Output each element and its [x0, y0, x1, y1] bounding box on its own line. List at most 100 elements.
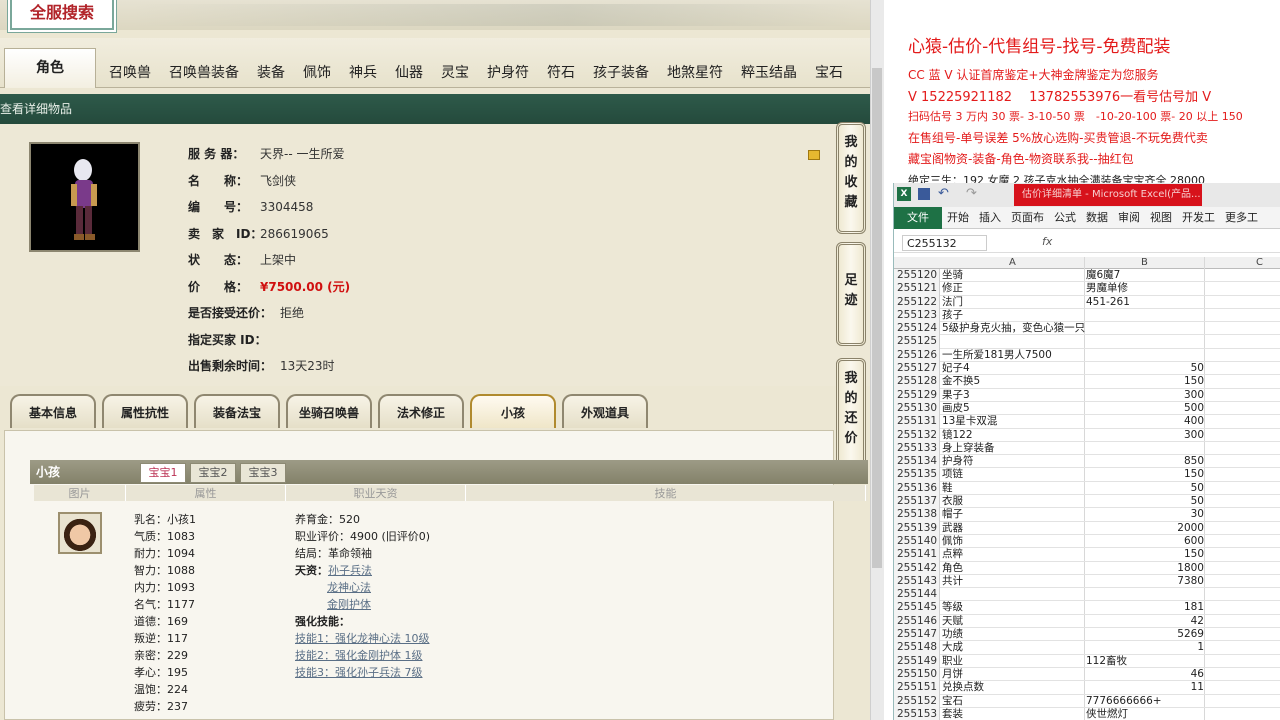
ribbon-tab-insert[interactable]: 插入: [974, 207, 1006, 229]
sheet-row[interactable]: 255152 宝石 7776666666+: [894, 694, 1280, 708]
cell-b[interactable]: 42: [1086, 615, 1204, 628]
sheet-row[interactable]: 255122 法门 451-261: [894, 295, 1280, 309]
cell-a[interactable]: 镜122: [942, 429, 1084, 442]
favorite-icon[interactable]: [808, 150, 820, 160]
row-number[interactable]: 255135: [894, 468, 940, 482]
row-number[interactable]: 255145: [894, 601, 940, 615]
my-counter-offers-button[interactable]: 我的还价: [836, 358, 866, 468]
skill-link-2-text[interactable]: 技能2：强化金刚护体 1级: [295, 649, 423, 662]
row-number[interactable]: 255123: [894, 308, 940, 323]
tab-basic-info[interactable]: 基本信息: [10, 394, 96, 428]
nav-tab-spirit-treasure[interactable]: 灵宝: [432, 58, 478, 88]
cell-a[interactable]: 职业: [942, 655, 1084, 668]
row-number[interactable]: 255142: [894, 561, 940, 575]
cell-b[interactable]: 50: [1086, 495, 1204, 508]
sheet-row[interactable]: 255120 坐骑 魔6魔7: [894, 269, 1280, 283]
undo-icon[interactable]: ↶: [938, 186, 949, 201]
ribbon-tab-view[interactable]: 视图: [1145, 207, 1177, 229]
nav-tab-divine-weapon[interactable]: 神兵: [340, 58, 386, 88]
row-number[interactable]: 255137: [894, 495, 940, 509]
skill-link-1[interactable]: 技能1：强化龙神心法 10级: [295, 630, 430, 647]
row-number[interactable]: 255128: [894, 375, 940, 389]
col-header-b[interactable]: B: [1141, 257, 1148, 268]
footprint-button[interactable]: 足迹: [836, 242, 866, 346]
cell-b[interactable]: 46: [1086, 668, 1204, 681]
sheet-row[interactable]: 255123 孩子: [894, 308, 1280, 323]
cell-a[interactable]: 等级: [942, 601, 1084, 614]
cell-b[interactable]: 5269: [1086, 628, 1204, 641]
cell-a[interactable]: 金不换5: [942, 375, 1084, 388]
ribbon-tab-data[interactable]: 数据: [1081, 207, 1113, 229]
cell-b[interactable]: 850: [1086, 455, 1204, 468]
sheet-row[interactable]: 255138 帽子 30: [894, 508, 1280, 522]
cell-a[interactable]: 法门: [942, 296, 1084, 309]
skill-link-2[interactable]: 技能2：强化金刚护体 1级: [295, 647, 423, 664]
talent-link-3[interactable]: 金刚护体: [327, 596, 371, 613]
tab-mount-pet[interactable]: 坐骑召唤兽: [286, 394, 372, 428]
sheet-row[interactable]: 255139 武器 2000: [894, 521, 1280, 535]
sheet-row[interactable]: 255143 共计 7380: [894, 574, 1280, 589]
sheet-row[interactable]: 255137 衣服 50: [894, 495, 1280, 509]
tab-appearance[interactable]: 外观道具: [562, 394, 648, 428]
cell-b[interactable]: 600: [1086, 535, 1204, 548]
nav-tab-jade-crystal[interactable]: 粹玉结晶: [732, 58, 806, 88]
cell-a[interactable]: 护身符: [942, 455, 1084, 468]
row-number[interactable]: 255124: [894, 322, 940, 336]
browser-scrollbar-thumb[interactable]: [872, 68, 882, 568]
cell-b[interactable]: 7380: [1086, 575, 1204, 588]
cell-a[interactable]: 修正: [942, 282, 1084, 295]
sheet-row[interactable]: 255125: [894, 335, 1280, 349]
col-header-c[interactable]: C: [1256, 257, 1263, 268]
row-number[interactable]: 255126: [894, 348, 940, 363]
sheet-row[interactable]: 255153 套装 侠世燃灯: [894, 707, 1280, 720]
cell-a[interactable]: 宝石: [942, 695, 1084, 708]
row-number[interactable]: 255150: [894, 667, 940, 682]
sheet-row[interactable]: 255131 13星卡双混 400: [894, 415, 1280, 429]
skill-link-3-text[interactable]: 技能3：强化孙子兵法 7级: [295, 666, 423, 679]
row-number[interactable]: 255144: [894, 588, 940, 602]
sheet-row[interactable]: 255126 一生所爱181男人7500: [894, 348, 1280, 363]
cell-a[interactable]: 鞋: [942, 482, 1084, 495]
cell-b[interactable]: 150: [1086, 468, 1204, 481]
talent-link-3-text[interactable]: 金刚护体: [327, 598, 371, 611]
row-number[interactable]: 255133: [894, 441, 940, 456]
sheet-row[interactable]: 255150 月饼 46: [894, 667, 1280, 682]
nav-tab-role[interactable]: 角色: [4, 48, 96, 88]
cell-a[interactable]: 孩子: [942, 309, 1084, 322]
row-number[interactable]: 255143: [894, 574, 940, 589]
cell-b[interactable]: 112畜牧: [1086, 655, 1204, 668]
row-number[interactable]: 255129: [894, 388, 940, 402]
cell-a[interactable]: 果子3: [942, 389, 1084, 402]
cell-a[interactable]: 佩饰: [942, 535, 1084, 548]
ribbon-tab-home[interactable]: 开始: [942, 207, 974, 229]
cell-a[interactable]: 角色: [942, 562, 1084, 575]
row-number[interactable]: 255148: [894, 641, 940, 655]
sheet-row[interactable]: 255151 兑换点数 11: [894, 681, 1280, 695]
col-header-a[interactable]: A: [1009, 257, 1016, 268]
cell-a[interactable]: 套装: [942, 708, 1084, 720]
talent-link-1[interactable]: 孙子兵法: [328, 564, 372, 577]
sheet-row[interactable]: 255149 职业 112畜牧: [894, 654, 1280, 668]
cell-a[interactable]: 月饼: [942, 668, 1084, 681]
skill-link-3[interactable]: 技能3：强化孙子兵法 7级: [295, 664, 423, 681]
tab-baby-2[interactable]: 宝宝2: [190, 463, 236, 483]
tab-baby-3[interactable]: 宝宝3: [240, 463, 286, 483]
nav-tab-gem[interactable]: 宝石: [806, 58, 852, 88]
ribbon-tab-review[interactable]: 审阅: [1113, 207, 1145, 229]
row-number[interactable]: 255125: [894, 335, 940, 349]
cell-b[interactable]: 魔6魔7: [1086, 269, 1204, 282]
cell-a[interactable]: 共计: [942, 575, 1084, 588]
sheet-row[interactable]: 255147 功绩 5269: [894, 628, 1280, 642]
talent-link-2-text[interactable]: 龙神心法: [327, 581, 371, 594]
sheet-row[interactable]: 255124 5级护身克火抽，变色心猿一只: [894, 322, 1280, 336]
cell-a[interactable]: 天赋: [942, 615, 1084, 628]
tab-equipment[interactable]: 装备法宝: [194, 394, 280, 428]
row-number[interactable]: 255153: [894, 707, 940, 720]
cell-a[interactable]: 功绩: [942, 628, 1084, 641]
nav-tab-equip[interactable]: 装备: [248, 58, 294, 88]
cell-a[interactable]: 妃子4: [942, 362, 1084, 375]
sheet-row[interactable]: 255140 佩饰 600: [894, 534, 1280, 549]
row-number[interactable]: 255141: [894, 548, 940, 562]
row-number[interactable]: 255147: [894, 628, 940, 642]
nav-tab-pet-equip[interactable]: 召唤兽装备: [160, 58, 248, 88]
